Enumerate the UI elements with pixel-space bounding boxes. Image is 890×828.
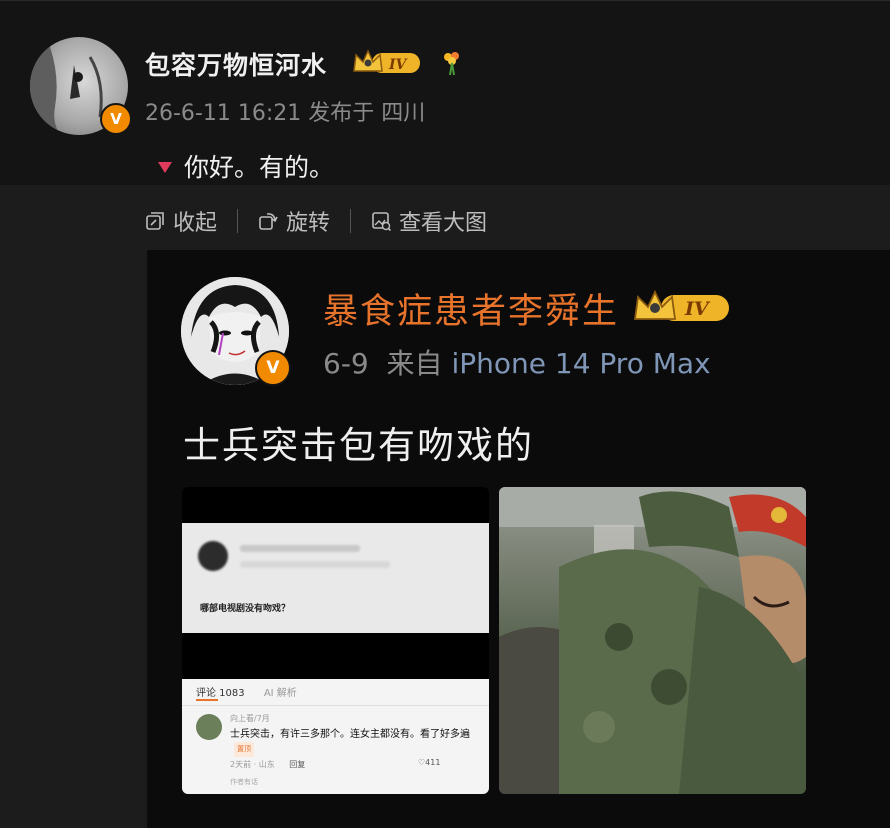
marker-triangle-icon: [158, 161, 172, 173]
bouquet-icon: [444, 52, 459, 76]
photo-still: [499, 487, 806, 794]
inner-footer: 作者有话: [230, 778, 258, 786]
commenter-avatar-small: [196, 714, 222, 740]
post-from-label: 来自: [386, 347, 443, 380]
commenter-username[interactable]: 包容万物恒河水: [145, 46, 327, 82]
post-crown-level-badge-icon: IV: [633, 289, 729, 321]
question-card: 哪部电视剧没有吻戏？: [182, 523, 489, 633]
commenter-avatar[interactable]: V: [30, 37, 132, 135]
divider: [182, 705, 489, 706]
verified-badge-icon: V: [100, 103, 132, 135]
rotate-icon: [259, 213, 278, 230]
inner-comment-body: 士兵突击，有许三多那个。连女主都没有。看了好多遍 置顶: [230, 727, 475, 758]
view-large-label: 查看大图: [399, 211, 488, 236]
blurred-line: [240, 545, 360, 552]
tab-underline: [196, 699, 218, 701]
comment-body: 你好。有的。: [158, 148, 334, 184]
post-date: 6-9: [323, 347, 369, 380]
image-toolbar: 收起 旋转 查看大图: [145, 205, 487, 237]
comment-text: 你好。有的。: [184, 153, 335, 182]
view-large-image-icon: [372, 212, 392, 231]
level-badge-text: IV: [388, 57, 409, 73]
toolbar-separator: [350, 209, 352, 233]
rotate-button[interactable]: 旋转: [258, 205, 330, 237]
blurred-line: [240, 561, 390, 568]
post-text: 士兵突击包有吻戏的: [183, 424, 534, 467]
inner-comment-tag: 置顶: [234, 742, 254, 757]
collapse-label: 收起: [173, 211, 218, 236]
collapse-icon: [146, 212, 164, 230]
post-verified-badge-icon: V: [255, 350, 291, 386]
blurred-avatar: [198, 541, 228, 571]
tab-comments: 评论 1083: [196, 688, 245, 699]
post-level-badge-text: IV: [684, 298, 711, 320]
question-text: 哪部电视剧没有吻戏？: [200, 604, 291, 614]
inner-comment-time: 2天前 · 山东: [230, 760, 275, 769]
post-image-1: 哪部电视剧没有吻戏？ 评论 1083 AI 解析 向上看/7月 士兵突击，有许三…: [182, 487, 489, 794]
post-author-username: 暴食症患者李舜生: [323, 292, 620, 332]
post-device: iPhone 14 Pro Max: [451, 347, 711, 380]
inner-like-count: ♡411: [418, 758, 441, 767]
inner-comment-meta: 2天前 · 山东 回复: [230, 759, 305, 770]
crown-level-badge-icon: IV: [353, 49, 420, 73]
post-image-2: [499, 487, 806, 794]
comment-meta: 26-6-11 16:21 发布于 四川: [145, 95, 425, 127]
collapse-button[interactable]: 收起: [145, 205, 217, 237]
rotate-label: 旋转: [286, 211, 331, 236]
comment-timestamp: 26-6-11 16:21: [145, 101, 302, 126]
comment-location: 发布于 四川: [308, 101, 426, 126]
commenter-meta: 向上看/7月: [230, 714, 270, 723]
toolbar-separator: [237, 209, 239, 233]
view-large-button[interactable]: 查看大图: [371, 205, 487, 237]
inner-comment-text: 士兵突击，有许三多那个。连女主都没有。看了好多遍: [230, 729, 470, 740]
inner-reply-label: 回复: [289, 760, 306, 769]
comment-section: 评论 1083 AI 解析 向上看/7月 士兵突击，有许三多那个。连女主都没有。…: [182, 679, 489, 794]
comment-tabs: 评论 1083 AI 解析: [196, 684, 297, 699]
top-divider: [0, 0, 890, 1]
tab-ai: AI 解析: [263, 688, 297, 699]
post-meta: 6-9 来自 iPhone 14 Pro Max: [323, 342, 711, 382]
